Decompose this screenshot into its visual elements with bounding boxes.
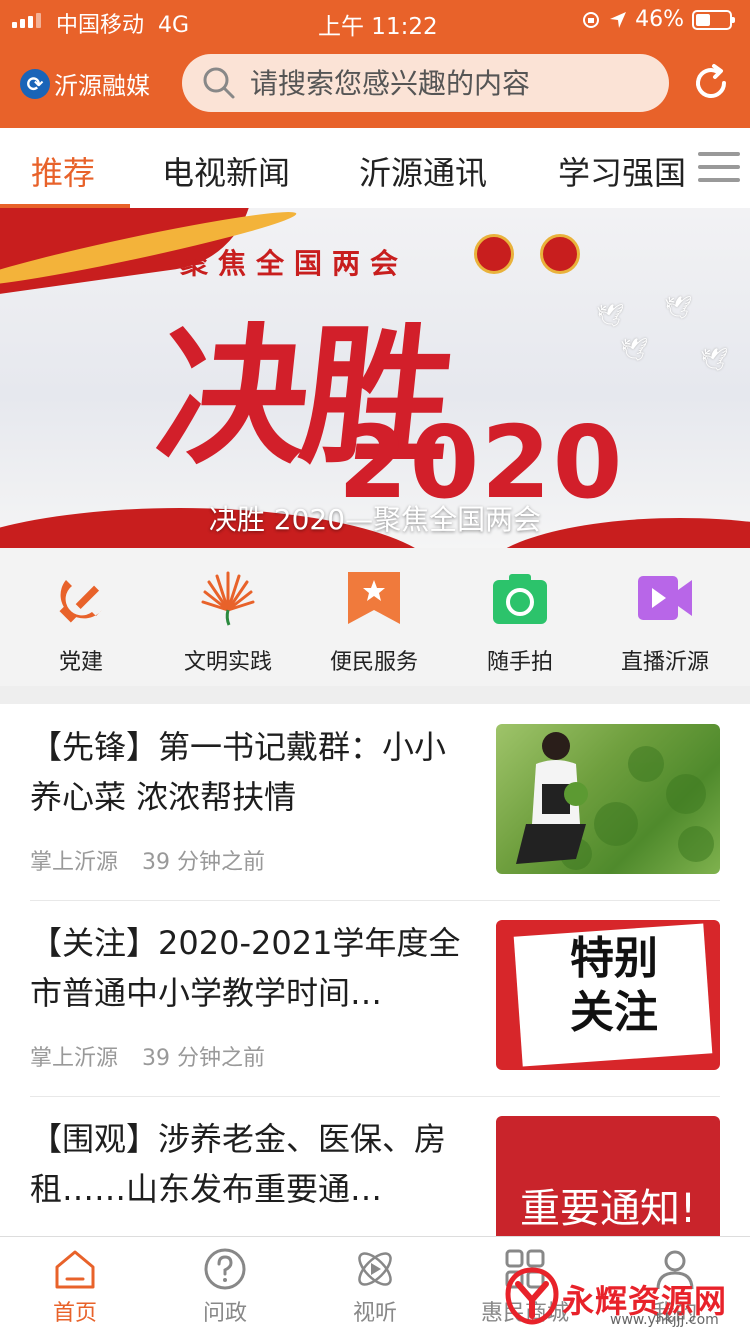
grid-icon	[505, 1249, 545, 1289]
article-source: 掌上沂源	[30, 1046, 119, 1071]
list-item[interactable]: 【关注】2020-2021学年度全市普通中小学教学时间… 掌上沂源 39 分钟之前…	[30, 900, 720, 1096]
quick-link-label: 文明实践	[183, 650, 272, 675]
article-source: 掌上沂源	[30, 850, 119, 875]
quick-link-snapshot[interactable]: 随手拍	[445, 548, 595, 686]
search-icon	[203, 67, 235, 99]
video-icon	[638, 576, 692, 620]
orientation-lock-icon	[583, 11, 600, 28]
status-bar: 中国移动 4G 上午 11:22 46%	[0, 0, 750, 42]
dove-icon: 🕊	[620, 338, 648, 363]
article-thumbnail	[496, 724, 720, 874]
nav-mall[interactable]: 惠民商城	[450, 1237, 600, 1335]
camera-icon	[493, 574, 547, 624]
menu-icon[interactable]	[698, 152, 740, 184]
nav-media[interactable]: 视听	[300, 1237, 450, 1335]
dove-icon: 🕊	[664, 296, 692, 321]
nav-label: 问政	[202, 1301, 247, 1326]
tab-recommend[interactable]: 推荐	[31, 148, 95, 194]
clock: 上午 11:22	[318, 14, 438, 40]
carrier-label: 中国移动 4G	[56, 13, 190, 38]
quick-link-civilization[interactable]: 文明实践	[153, 548, 303, 686]
search-input[interactable]	[248, 65, 652, 101]
quick-link-live[interactable]: 直播沂源	[590, 548, 740, 686]
quick-link-label: 随手拍	[486, 650, 553, 675]
app-logo[interactable]: ⟳ 沂源融媒	[20, 66, 150, 101]
section-divider	[0, 686, 750, 704]
tab-yiyuan-news[interactable]: 沂源通讯	[359, 148, 487, 194]
banner-caption: 决胜 2020—聚焦全国两会	[208, 503, 542, 536]
thumbnail-text: 特别 关注	[570, 933, 658, 1038]
article-meta: 掌上沂源 39 分钟之前	[30, 1040, 289, 1072]
national-emblem-icon	[474, 234, 514, 274]
nav-label: 首页	[52, 1301, 97, 1326]
category-tabs: 推荐 电视新闻 沂源通讯 学习强国	[0, 128, 750, 209]
logo-text: 沂源融媒	[54, 72, 150, 100]
bookmark-star-icon	[348, 572, 400, 624]
search-bar[interactable]	[182, 54, 669, 112]
list-item[interactable]: 【先锋】第一书记戴群：小小养心菜 浓浓帮扶情 掌上沂源 39 分钟之前	[30, 704, 720, 900]
signal-icon	[12, 13, 41, 28]
play-atom-icon	[358, 1252, 392, 1286]
article-meta: 掌上沂源 39 分钟之前	[30, 844, 289, 876]
quick-link-label: 党建	[58, 650, 103, 675]
nav-label: 视听	[352, 1301, 397, 1326]
quick-link-label: 直播沂源	[620, 650, 709, 675]
quick-link-label: 便民服务	[329, 650, 418, 675]
article-time: 39 分钟之前	[142, 1046, 266, 1071]
app-header: ⟳ 沂源融媒	[0, 42, 750, 128]
article-thumbnail: 特别 关注	[496, 920, 720, 1070]
nav-inquiry[interactable]: 问政	[150, 1237, 300, 1335]
user-icon	[656, 1250, 694, 1290]
banner-carousel[interactable]: 聚焦全国两会 决胜 2020 🕊 🕊 🕊 🕊 决胜 2020—聚焦全国两会	[0, 208, 750, 548]
nav-home[interactable]: 首页	[0, 1237, 150, 1335]
tab-study-china[interactable]: 学习强国	[558, 148, 686, 194]
location-icon	[610, 11, 627, 28]
article-time: 39 分钟之前	[142, 850, 266, 875]
fan-icon	[201, 571, 255, 626]
tab-tv-news[interactable]: 电视新闻	[162, 148, 290, 194]
article-title: 【关注】2020-2021学年度全市普通中小学教学时间…	[30, 924, 461, 1012]
quick-link-party[interactable]: 党建	[6, 548, 156, 686]
battery-icon	[692, 9, 735, 30]
bottom-tab-bar: 首页 问政 视听 惠民商城 我的	[0, 1236, 750, 1335]
dove-icon: 🕊	[700, 348, 728, 373]
nav-label: 我的	[652, 1301, 697, 1326]
question-icon	[204, 1248, 246, 1290]
thumbnail-text: 重要通知!	[519, 1186, 697, 1232]
status-right: 46%	[581, 7, 735, 32]
home-icon	[55, 1250, 95, 1289]
quick-links: 党建 文明实践 便民服务 随手拍 直播沂源	[0, 548, 750, 686]
refresh-icon[interactable]	[690, 62, 732, 104]
party-emblem-icon	[59, 580, 102, 623]
nav-label: 惠民商城	[480, 1301, 569, 1326]
battery-percent: 46%	[635, 7, 684, 32]
cppcc-emblem-icon	[540, 234, 580, 274]
article-title: 【先锋】第一书记戴群：小小养心菜 浓浓帮扶情	[30, 728, 447, 816]
quick-link-services[interactable]: 便民服务	[299, 548, 449, 686]
nav-profile[interactable]: 我的	[600, 1237, 750, 1335]
article-title: 【围观】涉养老金、医保、房租……山东发布重要通…	[30, 1120, 447, 1208]
dove-icon: 🕊	[596, 304, 624, 329]
logo-icon: ⟳	[20, 68, 50, 99]
